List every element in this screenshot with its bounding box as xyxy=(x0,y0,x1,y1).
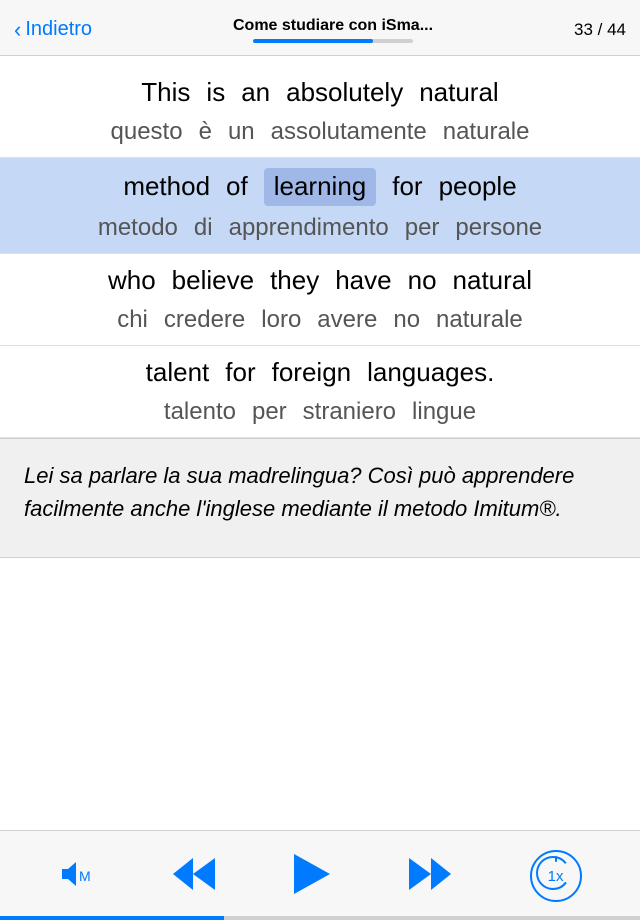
italian-row-3: chi credere loro avere no naturale xyxy=(0,302,640,345)
rewind-button[interactable] xyxy=(171,856,215,895)
word[interactable]: metodo xyxy=(98,212,178,243)
text-pair-4: talent for foreign languages. talento pe… xyxy=(0,346,640,438)
italian-row-2: metodo di apprendimento per persone xyxy=(0,210,640,253)
speed-button[interactable]: 1x xyxy=(530,850,582,902)
word[interactable]: foreign xyxy=(272,356,352,390)
content-area: This is an absolutely natural questo è u… xyxy=(0,56,640,558)
description-text: Lei sa parlare la sua madrelingua? Così … xyxy=(24,463,574,521)
svg-text:M: M xyxy=(79,868,91,884)
word[interactable]: no xyxy=(408,264,437,298)
word[interactable]: avere xyxy=(317,304,377,335)
bottom-progress-fill xyxy=(0,916,224,920)
header-progress-fill xyxy=(253,39,373,43)
english-row-2: method of learning for people xyxy=(0,158,640,210)
italian-row-4: talento per straniero lingue xyxy=(0,394,640,437)
fast-forward-button[interactable] xyxy=(409,856,453,895)
word[interactable]: who xyxy=(108,264,156,298)
word[interactable]: method xyxy=(123,170,210,204)
text-pair-2: method of learning for people metodo di … xyxy=(0,158,640,254)
word-learning[interactable]: learning xyxy=(264,168,377,206)
word[interactable]: an xyxy=(241,76,270,110)
fast-forward-icon xyxy=(409,856,453,895)
text-pair-3: who believe they have no natural chi cre… xyxy=(0,254,640,346)
volume-icon: M xyxy=(58,859,94,892)
text-pair-1: This is an absolutely natural questo è u… xyxy=(0,66,640,158)
word[interactable]: for xyxy=(225,356,255,390)
rewind-icon xyxy=(171,856,215,895)
word[interactable]: This xyxy=(141,76,190,110)
word[interactable]: naturale xyxy=(436,304,523,335)
word[interactable]: chi xyxy=(117,304,148,335)
play-icon xyxy=(292,852,332,899)
back-chevron-icon: ‹ xyxy=(14,19,21,41)
speed-label: 1x xyxy=(548,869,564,886)
description-box: Lei sa parlare la sua madrelingua? Così … xyxy=(0,438,640,558)
header-title: Come studiare con iSma... xyxy=(233,17,433,35)
word[interactable]: no xyxy=(393,304,420,335)
word[interactable]: un xyxy=(228,116,255,147)
english-row-1: This is an absolutely natural xyxy=(0,66,640,114)
word[interactable]: naturale xyxy=(443,116,530,147)
word[interactable]: persone xyxy=(455,212,542,243)
volume-button[interactable]: M xyxy=(58,859,94,892)
header-center: Come studiare con iSma... xyxy=(92,17,574,43)
italian-row-1: questo è un assolutamente naturale xyxy=(0,114,640,157)
word[interactable]: they xyxy=(270,264,319,298)
word[interactable]: è xyxy=(199,116,212,147)
english-row-3: who believe they have no natural xyxy=(0,254,640,302)
header-progress-bar xyxy=(253,39,413,43)
word[interactable]: talento xyxy=(164,396,236,427)
word[interactable]: lingue xyxy=(412,396,476,427)
word[interactable]: loro xyxy=(261,304,301,335)
page-indicator: 33 / 44 xyxy=(574,20,626,40)
bottom-progress-bar xyxy=(0,916,640,920)
word[interactable]: natural xyxy=(419,76,499,110)
word[interactable]: have xyxy=(335,264,391,298)
play-button[interactable] xyxy=(292,852,332,899)
navigation-bar: ‹ Indietro Come studiare con iSma... 33 … xyxy=(0,0,640,56)
word[interactable]: natural xyxy=(453,264,533,298)
back-label: Indietro xyxy=(25,18,92,41)
word[interactable]: believe xyxy=(172,264,254,298)
english-row-4: talent for foreign languages. xyxy=(0,346,640,394)
playback-controls: M xyxy=(0,830,640,920)
word[interactable]: per xyxy=(252,396,287,427)
word[interactable]: people xyxy=(439,170,517,204)
word[interactable]: of xyxy=(226,170,248,204)
word[interactable]: straniero xyxy=(303,396,396,427)
word[interactable]: languages. xyxy=(367,356,494,390)
word[interactable]: absolutely xyxy=(286,76,403,110)
word[interactable]: assolutamente xyxy=(271,116,427,147)
word[interactable]: talent xyxy=(146,356,210,390)
word[interactable]: di xyxy=(194,212,213,243)
word[interactable]: per xyxy=(405,212,440,243)
word[interactable]: questo xyxy=(111,116,183,147)
word[interactable]: apprendimento xyxy=(229,212,389,243)
word[interactable]: is xyxy=(206,76,225,110)
speed-circle: 1x xyxy=(530,850,582,902)
word[interactable]: credere xyxy=(164,304,245,335)
word[interactable]: for xyxy=(392,170,422,204)
back-button[interactable]: ‹ Indietro xyxy=(14,18,92,41)
